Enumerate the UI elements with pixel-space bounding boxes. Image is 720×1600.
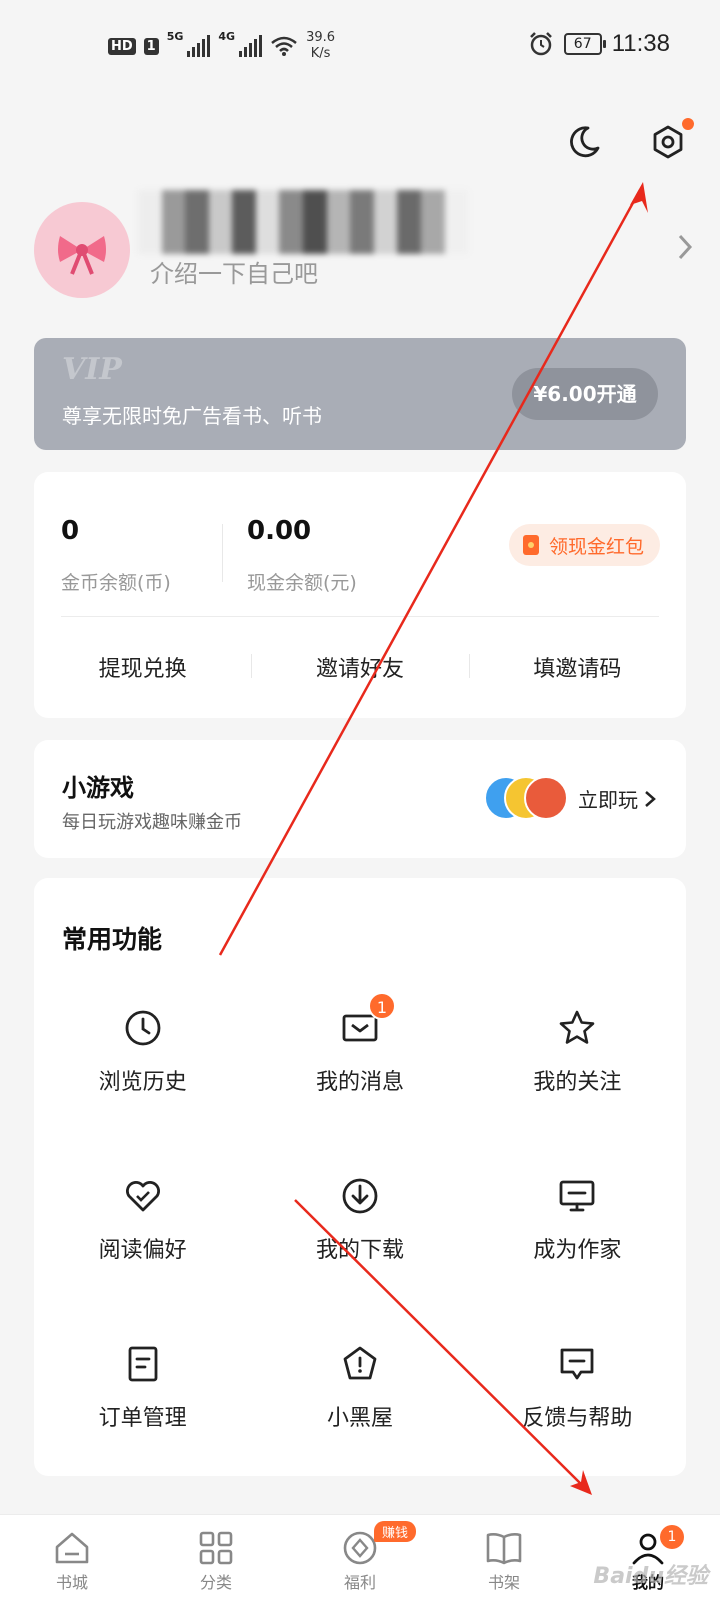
feature-reading-preferences[interactable]: 阅读偏好 bbox=[34, 1166, 251, 1334]
top-actions bbox=[562, 118, 694, 164]
tab-label: 书架 bbox=[487, 1573, 520, 1592]
tab-bookstore[interactable]: 书城 bbox=[0, 1515, 144, 1600]
common-features-card: 常用功能 浏览历史 1 我的消息 我的关注 阅读偏好 我的下载 成为作家 订单管… bbox=[34, 878, 686, 1476]
battery-icon: 67 bbox=[563, 33, 606, 55]
avatar[interactable] bbox=[34, 202, 130, 298]
red-packet-button[interactable]: 领现金红包 bbox=[508, 524, 660, 566]
enter-invite-code-button[interactable]: 填邀请码 bbox=[468, 616, 686, 718]
net-label-4g: 4G bbox=[218, 30, 236, 43]
chevron-right-icon[interactable] bbox=[676, 232, 694, 262]
play-now-button[interactable]: 立即玩 bbox=[578, 784, 656, 813]
vip-logo: VIP bbox=[62, 352, 122, 387]
feature-label: 反馈与帮助 bbox=[522, 1406, 633, 1431]
bookshelf-icon bbox=[486, 1533, 522, 1565]
feature-label: 小黑屋 bbox=[326, 1406, 393, 1431]
message-badge: 1 bbox=[367, 992, 396, 1020]
settings-button[interactable] bbox=[646, 118, 694, 164]
feature-label: 我的关注 bbox=[533, 1070, 622, 1095]
feature-label: 成为作家 bbox=[533, 1238, 622, 1263]
night-mode-button[interactable] bbox=[562, 120, 606, 164]
house-icon bbox=[338, 1342, 382, 1386]
alarm-icon bbox=[529, 32, 552, 56]
wallet-card: 0 金币余额(币) 0.00 现金余额(元) 领现金红包 提现兑换 邀请好友 填… bbox=[34, 472, 686, 718]
net-speed-value: 39.6 bbox=[306, 30, 336, 45]
status-right: 67 11:38 bbox=[528, 30, 670, 58]
watermark: Baidu经验 bbox=[593, 1564, 708, 1589]
bow-icon bbox=[58, 236, 106, 275]
tab-label: 福利 bbox=[343, 1573, 376, 1592]
status-left: HD 1 5G 4G 39.6 K/s bbox=[108, 30, 335, 62]
feature-label: 我的下载 bbox=[315, 1238, 404, 1263]
tab-label: 书城 bbox=[55, 1573, 88, 1592]
feature-label: 阅读偏好 bbox=[98, 1238, 187, 1263]
signal-icon bbox=[187, 35, 211, 57]
red-packet-icon bbox=[522, 535, 539, 555]
download-icon bbox=[338, 1174, 382, 1218]
document-icon bbox=[121, 1342, 165, 1386]
username-blurred bbox=[138, 190, 469, 254]
feature-order-management[interactable]: 订单管理 bbox=[34, 1334, 251, 1502]
status-bar: HD 1 5G 4G 39.6 K/s 67 11:38 bbox=[0, 0, 720, 90]
message-icon: 1 bbox=[338, 992, 396, 1050]
play-now-label: 立即玩 bbox=[578, 788, 638, 812]
mini-games-subtitle: 每日玩游戏趣味赚金币 bbox=[62, 812, 242, 833]
vip-activate-button[interactable]: ¥6.00开通 bbox=[512, 368, 658, 420]
mini-games-card[interactable]: 小游戏 每日玩游戏趣味赚金币 立即玩 bbox=[34, 740, 686, 858]
feature-my-downloads[interactable]: 我的下载 bbox=[251, 1166, 468, 1334]
category-icon bbox=[199, 1531, 233, 1565]
feedback-icon bbox=[555, 1342, 599, 1386]
features-grid: 浏览历史 1 我的消息 我的关注 阅读偏好 我的下载 成为作家 订单管理 小黑屋 bbox=[34, 992, 686, 1502]
coin-balance-value[interactable]: 0 bbox=[61, 516, 79, 546]
cash-balance-value[interactable]: 0.00 bbox=[247, 516, 311, 546]
star-icon bbox=[555, 1006, 599, 1050]
game-thumbnails bbox=[484, 776, 568, 822]
mini-games-title: 小游戏 bbox=[62, 774, 134, 802]
earn-money-tag: 赚钱 bbox=[374, 1521, 417, 1542]
feature-feedback-help[interactable]: 反馈与帮助 bbox=[469, 1334, 686, 1502]
feature-my-follows[interactable]: 我的关注 bbox=[469, 998, 686, 1166]
game-thumb bbox=[524, 776, 568, 820]
net-speed: 39.6 K/s bbox=[306, 30, 335, 62]
features-title: 常用功能 bbox=[62, 925, 163, 954]
profile-bio: 介绍一下自己吧 bbox=[150, 260, 318, 288]
chevron-right-icon bbox=[645, 790, 656, 807]
feature-label: 我的消息 bbox=[315, 1070, 404, 1095]
invite-friends-button[interactable]: 邀请好友 bbox=[251, 616, 468, 718]
clock-icon bbox=[121, 1006, 165, 1050]
withdraw-button[interactable]: 提现兑换 bbox=[34, 616, 251, 718]
feature-label: 浏览历史 bbox=[98, 1070, 187, 1095]
settings-icon bbox=[653, 125, 683, 159]
notification-dot bbox=[682, 118, 694, 130]
vip-banner[interactable]: VIP 尊享无限时免广告看书、听书 ¥6.00开通 bbox=[34, 338, 686, 450]
tab-category[interactable]: 分类 bbox=[144, 1515, 288, 1600]
clock: 11:38 bbox=[611, 30, 670, 57]
feature-label: 订单管理 bbox=[98, 1406, 187, 1431]
feature-browse-history[interactable]: 浏览历史 bbox=[34, 998, 251, 1166]
cash-balance-label: 现金余额(元) bbox=[247, 572, 357, 594]
feature-blocklist[interactable]: 小黑屋 bbox=[251, 1334, 468, 1502]
tab-bookshelf[interactable]: 书架 bbox=[432, 1515, 576, 1600]
mine-badge: 1 bbox=[660, 1525, 684, 1549]
wallet-actions: 提现兑换 邀请好友 填邀请码 bbox=[34, 616, 686, 718]
net-speed-unit: K/s bbox=[310, 46, 331, 61]
vip-description: 尊享无限时免广告看书、听书 bbox=[62, 404, 322, 428]
tab-label: 分类 bbox=[199, 1573, 232, 1592]
feature-my-messages[interactable]: 1 我的消息 bbox=[251, 992, 468, 1166]
moon-icon bbox=[570, 126, 600, 158]
monitor-icon bbox=[555, 1174, 599, 1218]
heart-icon bbox=[121, 1174, 165, 1218]
divider bbox=[222, 524, 223, 582]
hd-badge: HD bbox=[108, 37, 136, 55]
profile-header[interactable]: 介绍一下自己吧 bbox=[34, 190, 694, 310]
signal-icon bbox=[239, 35, 263, 57]
bookstore-icon bbox=[55, 1532, 89, 1564]
sim-badge: 1 bbox=[143, 37, 159, 55]
net-label-5g: 5G bbox=[166, 30, 184, 43]
coin-balance-label: 金币余额(币) bbox=[61, 572, 171, 594]
feature-become-writer[interactable]: 成为作家 bbox=[469, 1166, 686, 1334]
red-packet-label: 领现金红包 bbox=[548, 535, 644, 558]
tab-welfare[interactable]: 福利 赚钱 bbox=[288, 1515, 432, 1600]
wifi-icon bbox=[271, 36, 297, 56]
